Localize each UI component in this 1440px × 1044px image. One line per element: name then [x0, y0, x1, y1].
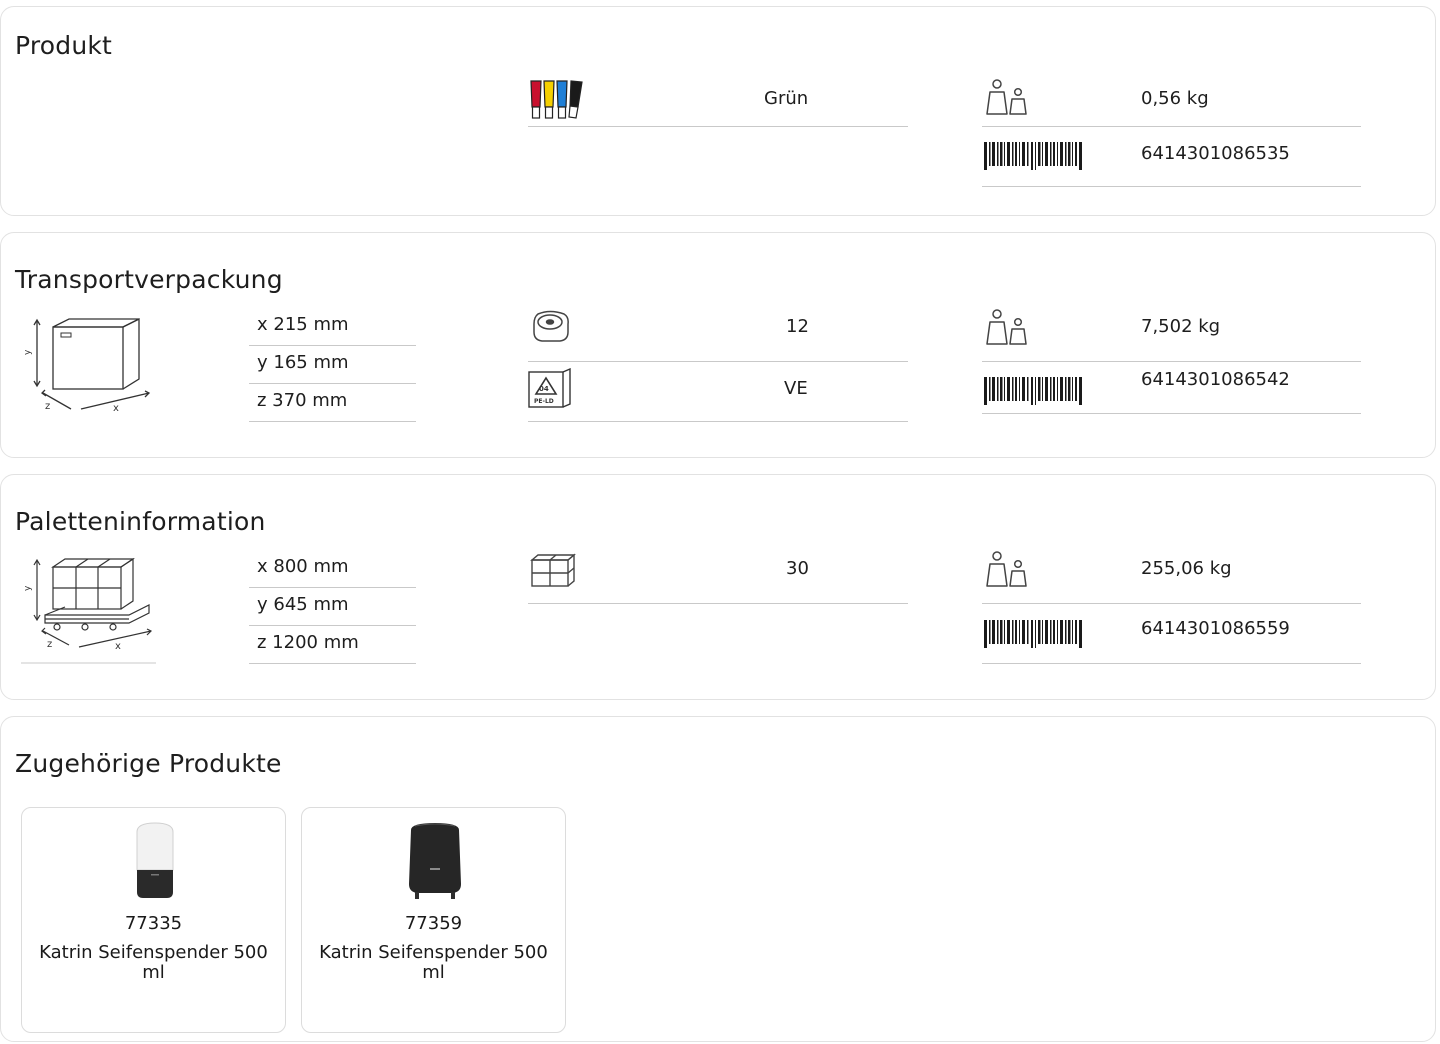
product-number: 77335: [124, 913, 183, 934]
product-name: Katrin Seifenspender 500 ml: [39, 942, 268, 983]
color-value: Grün: [764, 88, 809, 109]
roll-icon: [530, 310, 572, 348]
dimension-x: x 215 mm: [249, 308, 416, 346]
related-product-card[interactable]: 77335 Katrin Seifenspender 500 ml: [21, 807, 286, 1033]
svg-text:y: y: [23, 349, 33, 355]
ean-value: 6414301086542: [1141, 369, 1290, 390]
produkt-section: Produkt Grün 0,56 kg 6414301086535: [0, 6, 1436, 216]
weight-value: 0,56 kg: [1141, 88, 1209, 109]
pallet-dimensions-icon: y z x: [21, 555, 156, 669]
pack-value: VE: [784, 378, 808, 399]
dimension-z: z 370 mm: [249, 384, 416, 422]
boxes-icon: [528, 552, 578, 592]
product-number: 77359: [404, 913, 463, 934]
color-row: Grün: [528, 75, 908, 127]
pack-row: 04 PE-LD VE: [528, 362, 908, 422]
transport-section: Transportverpackung y z x x 215 mm y 165…: [0, 232, 1436, 458]
section-title: Zugehörige Produkte: [15, 749, 282, 778]
barcode-icon: [984, 377, 1084, 409]
weight-row: 7,502 kg: [982, 308, 1361, 362]
weight-row: 255,06 kg: [982, 550, 1361, 604]
count-row: 30: [528, 550, 908, 604]
svg-text:04: 04: [539, 385, 549, 393]
pallet-section: Paletteninformation y z x x 800 mm y 645…: [0, 474, 1436, 700]
weight-icon: [985, 550, 1035, 594]
section-title: Transportverpackung: [15, 265, 283, 294]
ean-row: 6414301086542: [982, 362, 1361, 414]
svg-text:z: z: [45, 401, 50, 412]
section-title: Paletteninformation: [15, 507, 266, 536]
dimension-y: y 165 mm: [249, 346, 416, 384]
ean-value: 6414301086559: [1141, 618, 1290, 639]
weight-icon: [985, 308, 1035, 352]
svg-text:x: x: [113, 403, 119, 413]
count-value: 30: [786, 558, 809, 579]
dispenser-image: [134, 822, 176, 904]
dimension-z: z 1200 mm: [249, 626, 416, 664]
weight-value: 7,502 kg: [1141, 316, 1221, 337]
section-title: Produkt: [15, 31, 113, 60]
recycling-icon: 04 PE-LD: [528, 367, 572, 412]
color-swatch-icon: [528, 79, 584, 123]
svg-text:z: z: [47, 639, 52, 650]
weight-icon: [985, 78, 1035, 122]
product-name: Katrin Seifenspender 500 ml: [319, 942, 548, 983]
related-product-card[interactable]: 77359 Katrin Seifenspender 500 ml: [301, 807, 566, 1033]
count-value: 12: [786, 316, 809, 337]
barcode-icon: [984, 620, 1084, 652]
box-dimensions-icon: y z x: [21, 313, 151, 417]
weight-value: 255,06 kg: [1141, 558, 1232, 579]
svg-text:x: x: [115, 641, 121, 652]
dispenser-image: [405, 822, 465, 904]
ean-row: 6414301086559: [982, 604, 1361, 664]
barcode-icon: [984, 142, 1084, 174]
dimension-x: x 800 mm: [249, 550, 416, 588]
dimension-y: y 645 mm: [249, 588, 416, 626]
count-row: 12: [528, 308, 908, 362]
svg-text:y: y: [23, 585, 33, 591]
svg-text:PE-LD: PE-LD: [534, 398, 554, 405]
weight-row: 0,56 kg: [982, 75, 1361, 127]
ean-value: 6414301086535: [1141, 143, 1290, 164]
ean-row: 6414301086535: [982, 127, 1361, 187]
